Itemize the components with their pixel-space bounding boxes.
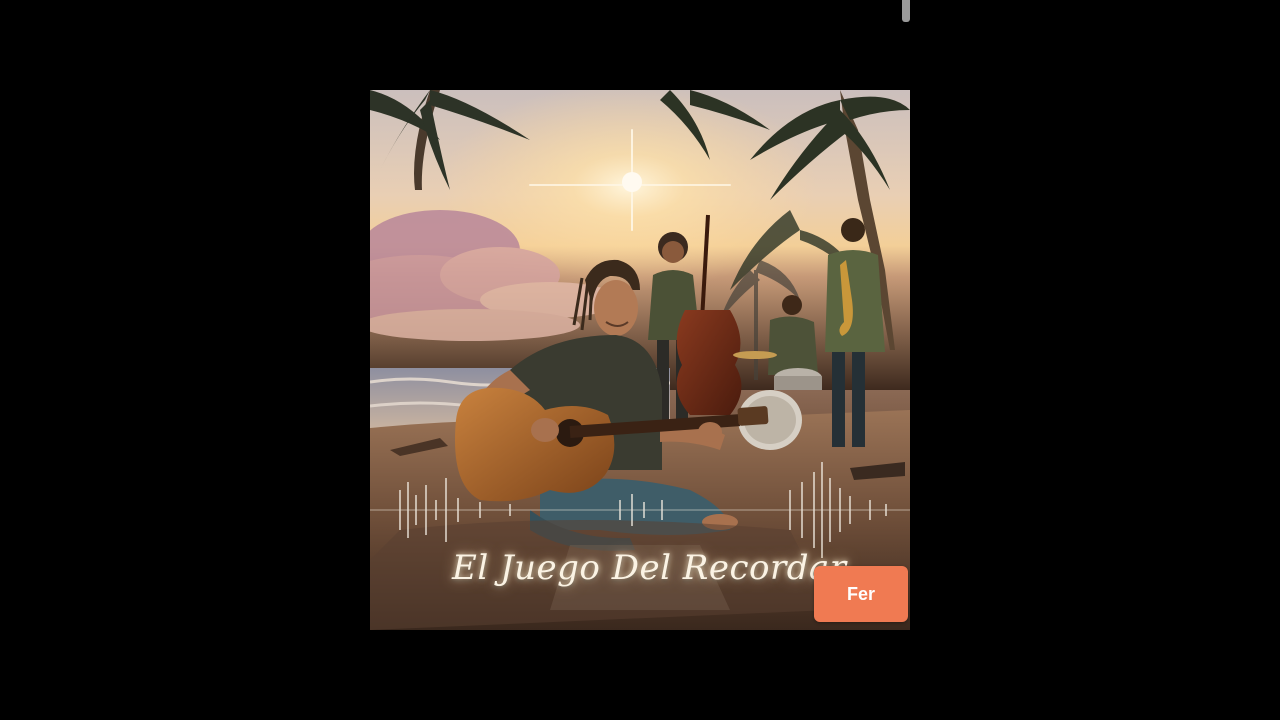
scrollbar-handle[interactable]	[902, 0, 910, 22]
album-artwork: El Juego Del Recordar Fer	[370, 90, 910, 630]
song-title: El Juego Del Recordar	[452, 548, 847, 588]
video-frame: El Juego Del Recordar Fer	[0, 0, 1280, 720]
fer-button[interactable]: Fer	[814, 566, 908, 622]
